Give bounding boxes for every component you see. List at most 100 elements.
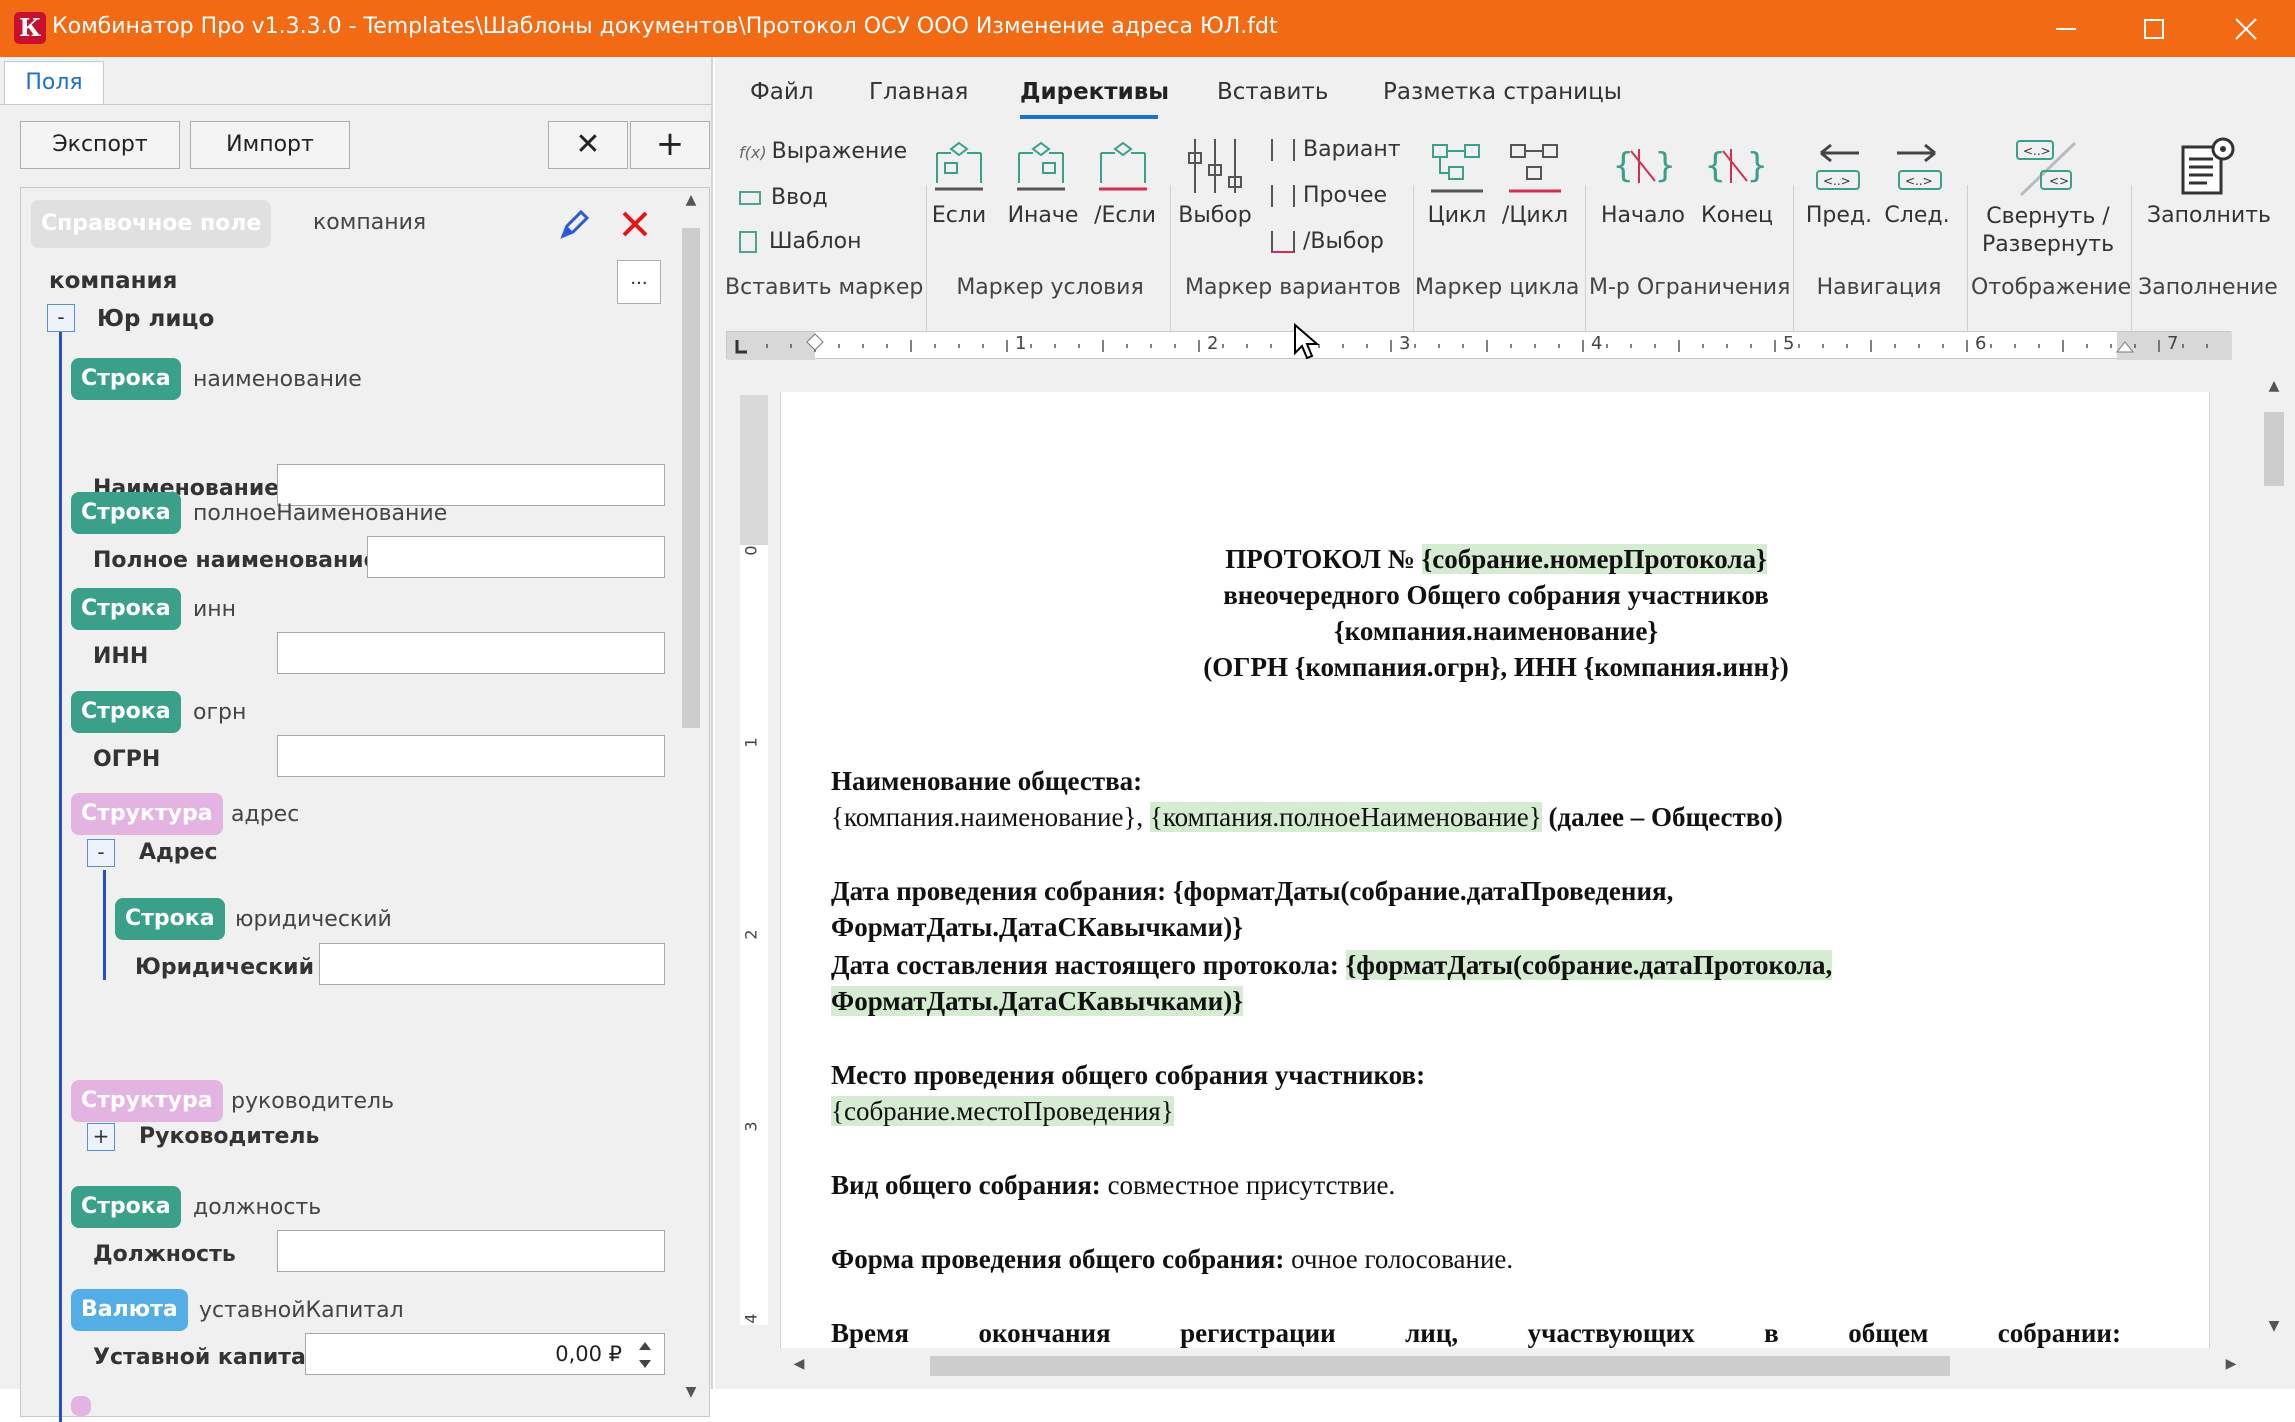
doc-hscroll-thumb[interactable] — [930, 1356, 1950, 1376]
field-label: Должность — [93, 1242, 236, 1267]
doc-scroll-thumb[interactable] — [2264, 412, 2284, 486]
template-button[interactable]: Шаблон — [739, 229, 861, 254]
doc-scroll-right-icon[interactable]: ▶ — [2216, 1356, 2246, 1372]
tab-home[interactable]: Главная — [869, 79, 968, 105]
svg-text:<..>: <..> — [1823, 174, 1851, 188]
add-icon: + — [655, 124, 685, 164]
vruler-margin — [740, 395, 768, 545]
minimize-button[interactable] — [2020, 0, 2112, 57]
ruler-mark: 3 — [1399, 333, 1411, 354]
function-icon: f(x) — [739, 143, 772, 162]
other-icon — [1271, 185, 1295, 207]
input-button[interactable]: Ввод — [739, 185, 828, 210]
full-name-marker[interactable]: {компания.полноеНаименование} — [1149, 802, 1542, 832]
field-label: ИНН — [93, 644, 149, 669]
inn-input[interactable] — [277, 632, 665, 674]
meeting-date-line2: ФорматДаты.ДатаСКавычками)} — [831, 912, 1243, 942]
svg-text:<>: <> — [2049, 174, 2069, 188]
structure-name: адрес — [231, 802, 300, 827]
close-button[interactable] — [2200, 0, 2292, 57]
tab-insert[interactable]: Вставить — [1217, 79, 1328, 105]
ellipsis-button[interactable]: ... — [617, 260, 661, 304]
next-button[interactable]: След. — [1881, 203, 1953, 228]
svg-text:}: } — [1655, 146, 1675, 186]
group-label: Юр лицо — [97, 306, 215, 332]
limit-start-button[interactable]: Начало — [1597, 203, 1689, 228]
manager-expand-toggle[interactable]: + — [87, 1123, 115, 1151]
end-loop-button[interactable]: /Цикл — [1495, 203, 1575, 228]
doc-company-marker[interactable]: {компания.наименование} — [781, 616, 2209, 647]
else-button[interactable]: Иначе — [1005, 203, 1081, 228]
ogrn-input[interactable] — [277, 735, 665, 777]
end-choice-button[interactable]: /Выбор — [1271, 229, 1384, 254]
loop-button[interactable]: Цикл — [1417, 203, 1497, 228]
document-page[interactable]: ПРОТОКОЛ № {собрание.номерПротокола} вне… — [780, 392, 2210, 1377]
field-type-chip: Строка — [71, 358, 181, 400]
choice-button[interactable]: Выбор — [1175, 203, 1255, 228]
doc-scroll-up-icon[interactable]: ▲ — [2256, 378, 2292, 394]
name-input[interactable] — [277, 464, 665, 506]
group-navigation: Навигация — [1816, 275, 1942, 300]
tab-file[interactable]: Файл — [750, 79, 814, 105]
address-collapse-toggle[interactable]: - — [87, 839, 115, 867]
fields-scrollbar[interactable]: ▲ ▼ — [673, 188, 709, 1416]
delete-icon[interactable] — [621, 210, 649, 238]
legal-address-input[interactable] — [319, 943, 665, 985]
protocol-number-marker[interactable]: {собрание.номерПротокола} — [1421, 544, 1767, 574]
prev-button[interactable]: Пред. — [1803, 203, 1875, 228]
variant-button[interactable]: Вариант — [1271, 137, 1401, 162]
clear-fields-button[interactable]: ✕ — [548, 121, 628, 169]
field-type-chip: Строка — [71, 1186, 181, 1228]
document-horizontal-scrollbar[interactable]: ◀ ▶ — [780, 1348, 2250, 1384]
scroll-down-icon[interactable]: ▼ — [673, 1384, 709, 1400]
input-field-icon — [739, 191, 761, 205]
if-button[interactable]: Если — [926, 203, 992, 228]
tab-directives[interactable]: Директивы — [1020, 79, 1169, 105]
fill-button[interactable]: Заполнить — [2139, 203, 2279, 228]
spinner-arrows-icon[interactable] — [635, 1336, 655, 1374]
maximize-button[interactable] — [2108, 0, 2200, 57]
field-label: ОГРН — [93, 747, 161, 772]
limit-end-button[interactable]: Конец — [1695, 203, 1779, 228]
scroll-up-icon[interactable]: ▲ — [673, 192, 709, 208]
field-type-chip: Строка — [71, 691, 181, 733]
template-icon — [739, 231, 757, 253]
edit-pencil-icon[interactable] — [559, 208, 591, 240]
field-name: огрн — [193, 700, 247, 725]
expression-button[interactable]: f(x) Выражение — [739, 139, 907, 164]
limit-end-icon: {} — [1705, 146, 1767, 186]
import-button[interactable]: Импорт — [190, 121, 350, 169]
doc-scroll-left-icon[interactable]: ◀ — [784, 1356, 814, 1372]
capital-input[interactable]: 0,00 ₽ — [305, 1333, 665, 1375]
export-button[interactable]: Экспорт — [20, 121, 180, 169]
meeting-place-title: Место проведения общего собрания участни… — [831, 1060, 1426, 1090]
endif-button[interactable]: /Если — [1087, 203, 1163, 228]
collapse-expand-button[interactable]: Свернуть / Развернуть — [1973, 203, 2123, 259]
collapse-toggle[interactable]: - — [47, 304, 75, 332]
field-name: наименование — [193, 367, 362, 392]
group-fill: Заполнение — [2138, 275, 2278, 300]
tab-fields[interactable]: Поля — [4, 61, 104, 105]
field-label: Уставной капитал — [93, 1345, 323, 1370]
group-separator — [1170, 185, 1171, 355]
vruler-mark: 3 — [741, 1121, 761, 1132]
document-vertical-scrollbar[interactable]: ▲ ▼ — [2256, 372, 2292, 1348]
full-name-input[interactable] — [367, 536, 665, 578]
scroll-thumb[interactable] — [682, 228, 700, 728]
vruler-mark: 1 — [741, 737, 761, 748]
protocol-date-marker[interactable]: {форматДаты(собрание.датаПротокола, — [1345, 950, 1833, 980]
tab-page-layout[interactable]: Разметка страницы — [1383, 79, 1622, 105]
group-separator — [1793, 185, 1794, 355]
vertical-ruler: 0 1 2 3 4 — [740, 395, 768, 1325]
meeting-place-marker[interactable]: {собрание.местоПроведения} — [831, 1096, 1174, 1126]
limit-start-icon: {} — [1613, 146, 1675, 186]
end-choice-icon — [1271, 231, 1295, 253]
other-button[interactable]: Прочее — [1271, 183, 1387, 208]
vruler-mark: 0 — [741, 545, 761, 556]
doc-scroll-down-icon[interactable]: ▼ — [2256, 1318, 2292, 1334]
svg-text:<..>: <..> — [2023, 144, 2051, 158]
position-input[interactable] — [277, 1230, 665, 1272]
add-field-button[interactable]: + — [630, 121, 710, 169]
svg-text:<..>: <..> — [1905, 174, 1933, 188]
fields-pane: Поля Экспорт Импорт ✕ + Справочное поле … — [0, 57, 713, 1422]
